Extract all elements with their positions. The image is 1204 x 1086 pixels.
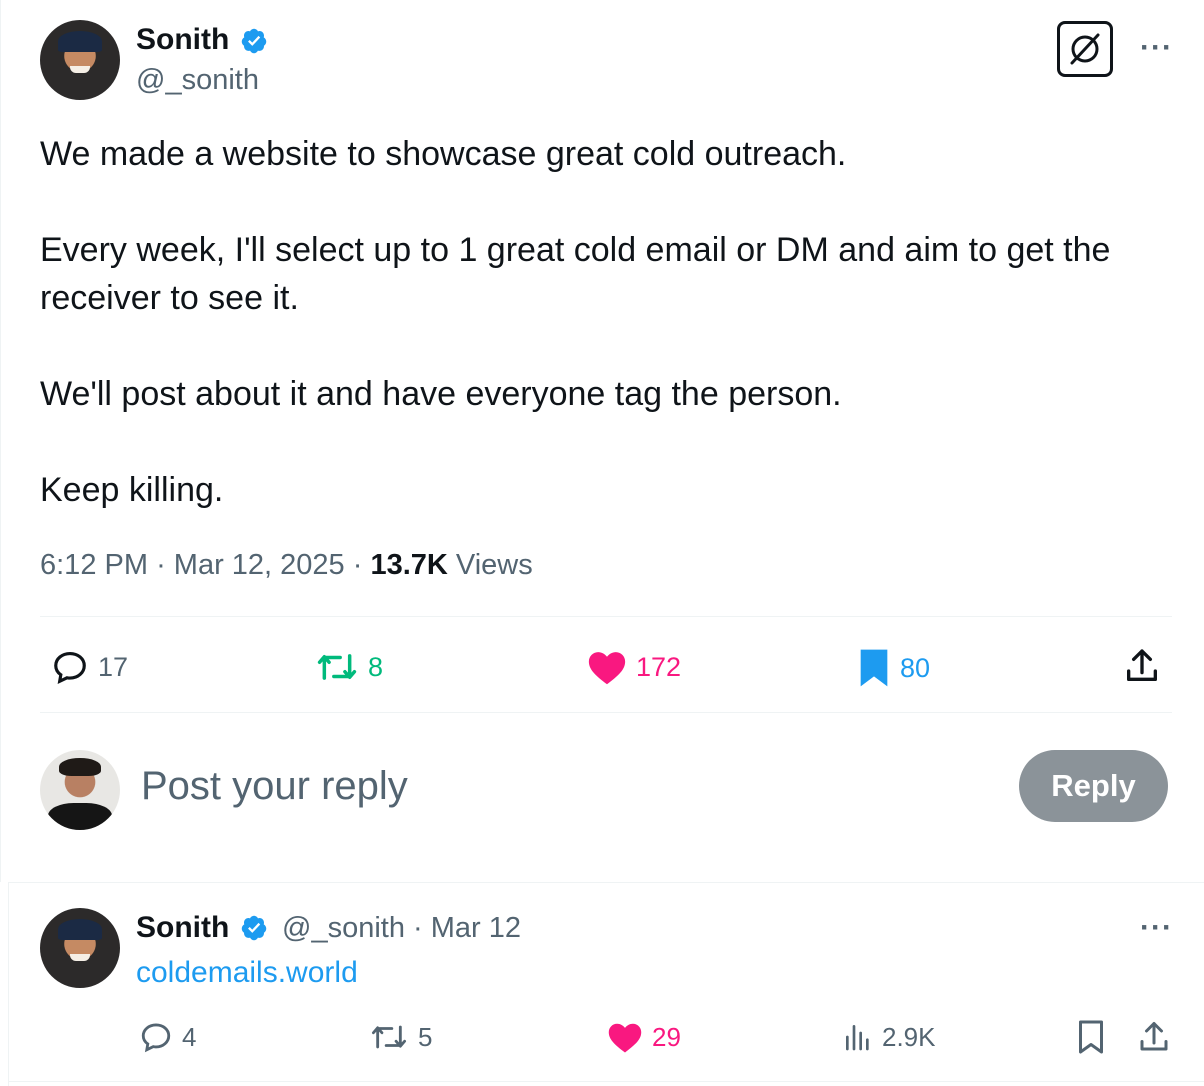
post-paragraph	[40, 418, 1170, 466]
more-icon[interactable]: ···	[1140, 913, 1173, 943]
reply-count: 4	[182, 1022, 197, 1052]
repost-count: 5	[418, 1022, 433, 1052]
timeline-border-lower	[8, 882, 9, 1086]
heart-icon	[608, 1023, 642, 1053]
reply-button[interactable]: Reply	[1019, 750, 1168, 822]
reply-count: 17	[98, 652, 129, 682]
heart-icon	[588, 652, 626, 685]
user-avatar[interactable]	[40, 750, 120, 830]
author-avatar[interactable]	[40, 20, 120, 100]
post-paragraph: Keep killing.	[40, 471, 224, 509]
reply-icon	[54, 651, 86, 684]
post-time[interactable]: 6:12 PM	[40, 549, 148, 581]
verified-badge-icon	[241, 915, 267, 941]
reply-action[interactable]: 4	[138, 1020, 196, 1054]
views-count: 13.7K	[370, 549, 448, 581]
like-action[interactable]: 29	[606, 1020, 681, 1054]
post-text: We made a website to showcase great cold…	[40, 130, 1170, 514]
views-icon	[846, 1025, 869, 1051]
reply-author-handle[interactable]: @_sonith · Mar 12	[282, 910, 521, 946]
views-label: Views	[455, 549, 533, 581]
repost-icon	[317, 654, 357, 680]
reply-icon	[141, 1023, 171, 1053]
verified-badge-icon	[241, 28, 267, 54]
bookmark-icon	[860, 649, 888, 687]
reply-action[interactable]: 17	[50, 648, 128, 686]
reply-date[interactable]: Mar 12	[431, 912, 521, 944]
post-paragraph	[40, 322, 1170, 370]
post-paragraph: We'll post about it and have everyone ta…	[40, 375, 842, 413]
timeline-border	[0, 0, 1, 882]
share-icon	[1140, 1022, 1168, 1051]
grok-icon	[1070, 33, 1100, 65]
grok-button[interactable]	[1057, 21, 1113, 77]
post-link[interactable]: coldemails.world	[136, 954, 358, 992]
bookmark-action[interactable]	[1076, 1019, 1106, 1055]
reply-author-avatar[interactable]	[40, 908, 120, 988]
divider	[40, 616, 1172, 617]
repost-action[interactable]: 8	[314, 648, 383, 686]
repost-count: 8	[368, 652, 384, 682]
views-action[interactable]: 2.9K	[842, 1020, 936, 1054]
bookmark-icon	[1079, 1020, 1103, 1054]
author-name[interactable]: Sonith	[136, 22, 229, 58]
bookmark-count: 80	[900, 653, 931, 683]
section-divider	[8, 1081, 1204, 1082]
post-paragraph: Every week, I'll select up to 1 great co…	[40, 231, 1111, 317]
more-icon[interactable]: ···	[1140, 33, 1173, 63]
reply-handle-text: @_sonith	[282, 912, 405, 944]
bookmark-action[interactable]: 80	[856, 648, 930, 688]
repost-icon	[372, 1025, 407, 1049]
reply-input[interactable]: Post your reply	[141, 760, 408, 812]
divider	[40, 712, 1172, 713]
post-paragraph	[40, 178, 1170, 226]
share-action[interactable]	[1122, 646, 1162, 686]
section-divider	[8, 882, 1204, 883]
post-date[interactable]: Mar 12, 2025	[174, 549, 345, 581]
like-count: 29	[652, 1022, 681, 1052]
repost-action[interactable]: 5	[368, 1020, 432, 1054]
author-handle[interactable]: @_sonith	[136, 62, 259, 98]
post-meta: 6:12 PM · Mar 12, 2025 · 13.7K Views	[40, 549, 533, 581]
share-action[interactable]	[1136, 1019, 1172, 1055]
views-count: 2.9K	[882, 1022, 936, 1052]
share-icon	[1127, 649, 1157, 681]
like-count: 172	[636, 652, 682, 682]
like-action[interactable]: 172	[586, 648, 681, 686]
post-paragraph: We made a website to showcase great cold…	[40, 135, 847, 173]
reply-author-name[interactable]: Sonith	[136, 910, 229, 946]
